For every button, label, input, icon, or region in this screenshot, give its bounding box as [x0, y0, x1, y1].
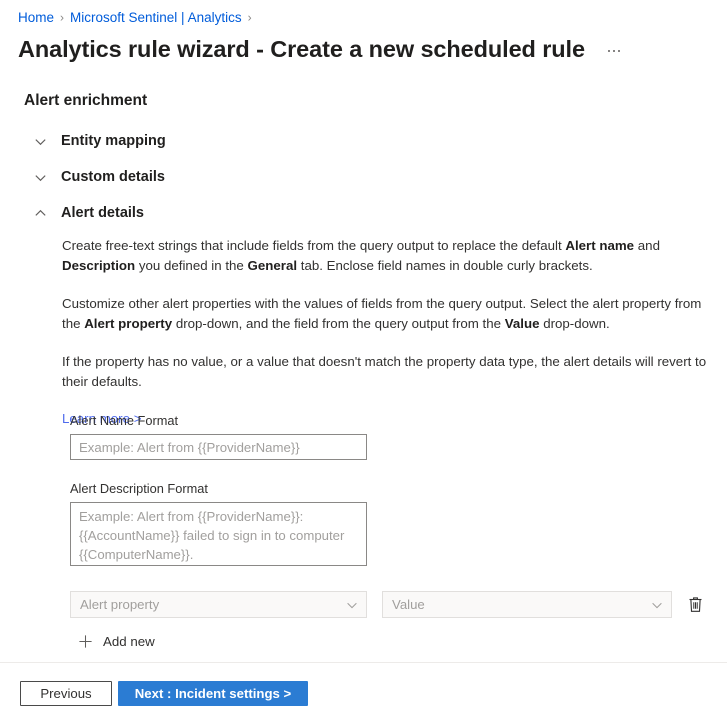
- breadcrumb-separator-icon: ›: [248, 9, 252, 27]
- value-dropdown[interactable]: Value: [382, 591, 672, 618]
- p1-text3: you defined in the: [135, 258, 247, 273]
- ellipsis-icon: [608, 50, 621, 53]
- chevron-down-icon: [33, 134, 48, 149]
- page-section-heading: Alert enrichment: [24, 92, 147, 110]
- breadcrumb: Home › Microsoft Sentinel | Analytics ›: [18, 9, 258, 27]
- breadcrumb-item-sentinel-analytics[interactable]: Microsoft Sentinel | Analytics: [70, 9, 242, 27]
- delete-property-row-button[interactable]: [684, 593, 706, 617]
- chevron-down-icon: [33, 170, 48, 185]
- chevron-down-icon: [345, 598, 359, 612]
- p1-bold-alert-name: Alert name: [565, 238, 634, 253]
- p1-text1: Create free-text strings that include fi…: [62, 238, 565, 253]
- alert-name-format-input[interactable]: [70, 434, 367, 460]
- p1-bold-description: Description: [62, 258, 135, 273]
- p2-bold-value: Value: [505, 316, 540, 331]
- p1-text4: tab. Enclose field names in double curly…: [297, 258, 593, 273]
- page-root: Home › Microsoft Sentinel | Analytics › …: [0, 0, 727, 727]
- breadcrumb-item-home[interactable]: Home: [18, 9, 54, 27]
- paragraph-defaults-note: If the property has no value, or a value…: [62, 352, 710, 391]
- more-menu-button[interactable]: [601, 37, 627, 61]
- p2-bold-alert-property: Alert property: [84, 316, 172, 331]
- title-row: Analytics rule wizard - Create a new sch…: [18, 33, 627, 65]
- page-title: Analytics rule wizard - Create a new sch…: [18, 33, 585, 65]
- next-incident-settings-button[interactable]: Next : Incident settings >: [118, 681, 308, 706]
- breadcrumb-separator-icon: ›: [60, 9, 64, 27]
- alert-details-form: Alert Name Format Alert Description Form…: [70, 412, 710, 591]
- collapse-section-entity-mapping[interactable]: Entity mapping: [33, 130, 166, 152]
- paragraph-alert-name-description: Create free-text strings that include fi…: [62, 236, 710, 275]
- wizard-footer: Previous Next : Incident settings >: [20, 681, 308, 706]
- add-new-property-button[interactable]: Add new: [78, 630, 155, 652]
- alert-property-dropdown[interactable]: Alert property: [70, 591, 367, 618]
- alert-description-format-textarea[interactable]: [70, 502, 367, 566]
- chevron-down-icon: [650, 598, 664, 612]
- value-dropdown-value: Value: [392, 597, 650, 612]
- add-new-label: Add new: [103, 634, 155, 649]
- label-alert-name-format: Alert Name Format: [70, 412, 710, 429]
- trash-icon: [688, 596, 703, 613]
- footer-divider: [0, 662, 727, 663]
- collapse-section-alert-details[interactable]: Alert details: [33, 202, 144, 224]
- plus-icon: [78, 634, 93, 649]
- alert-property-row: Alert property Value: [70, 591, 706, 618]
- previous-button[interactable]: Previous: [20, 681, 112, 706]
- alert-details-description: Create free-text strings that include fi…: [62, 236, 710, 429]
- field-group-alert-name: Alert Name Format: [70, 412, 710, 460]
- p1-bold-general: General: [248, 258, 298, 273]
- alert-property-dropdown-value: Alert property: [80, 597, 345, 612]
- p2-text3: drop-down.: [540, 316, 610, 331]
- chevron-up-icon: [33, 206, 48, 221]
- collapse-label-custom-details: Custom details: [61, 169, 165, 185]
- p1-text2: and: [634, 238, 660, 253]
- p2-text2: drop-down, and the field from the query …: [172, 316, 505, 331]
- collapse-section-custom-details[interactable]: Custom details: [33, 166, 165, 188]
- collapse-label-entity-mapping: Entity mapping: [61, 133, 166, 149]
- label-alert-description-format: Alert Description Format: [70, 480, 710, 497]
- collapse-label-alert-details: Alert details: [61, 205, 144, 221]
- paragraph-customize-properties: Customize other alert properties with th…: [62, 294, 710, 333]
- field-group-alert-description: Alert Description Format: [70, 480, 710, 571]
